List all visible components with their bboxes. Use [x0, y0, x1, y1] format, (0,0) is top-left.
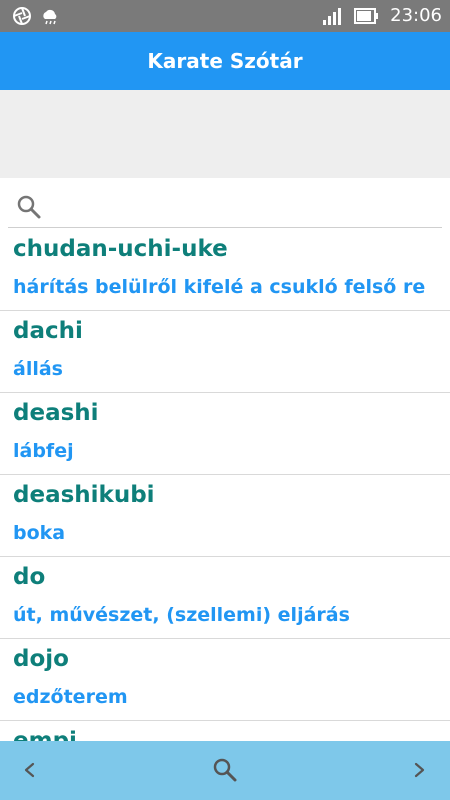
entry-definition: boka	[13, 522, 66, 544]
ad-banner-area	[0, 90, 450, 178]
entry-term: deashikubi	[13, 482, 155, 508]
chevron-right-icon[interactable]	[405, 755, 435, 785]
list-item[interactable]: chudan-uchi-uke hárítás belülről kifelé …	[0, 229, 450, 311]
app-title: Karate Szótár	[147, 49, 303, 73]
battery-icon	[354, 7, 379, 24]
list-item[interactable]: dojo edzőterem	[0, 639, 450, 721]
search-icon[interactable]	[210, 755, 240, 785]
cloud-icon	[43, 9, 57, 25]
list-item[interactable]: do út, művészet, (szellemi) eljárás	[0, 557, 450, 639]
list-item[interactable]: deashikubi boka	[0, 475, 450, 557]
bottom-nav-bar	[0, 741, 450, 800]
entry-term: chudan-uchi-uke	[13, 236, 228, 262]
chevron-left-icon[interactable]	[14, 755, 44, 785]
signal-icon	[323, 7, 342, 25]
entry-definition: út, művészet, (szellemi) eljárás	[13, 604, 350, 626]
entry-definition: edzőterem	[13, 686, 128, 708]
entry-definition: lábfej	[13, 440, 74, 462]
entry-term: dojo	[13, 646, 69, 672]
status-bar: 23:06	[0, 0, 450, 32]
entry-definition: állás	[13, 358, 63, 380]
search-bar[interactable]	[8, 186, 442, 228]
entry-term: do	[13, 564, 46, 590]
entry-term: empi	[13, 728, 77, 741]
aperture-icon	[13, 7, 31, 25]
entry-definition: hárítás belülről kifelé a csukló felső r…	[13, 276, 426, 298]
list-item[interactable]: dachi állás	[0, 311, 450, 393]
entry-term: dachi	[13, 318, 83, 344]
list-item[interactable]: empi	[0, 721, 450, 741]
search-icon[interactable]	[16, 194, 42, 220]
app-bar: Karate Szótár	[0, 32, 450, 90]
entry-term: deashi	[13, 400, 99, 426]
status-time: 23:06	[390, 5, 442, 26]
list-item[interactable]: deashi lábfej	[0, 393, 450, 475]
dictionary-list[interactable]: chudan-uchi-uke hárítás belülről kifelé …	[0, 229, 450, 741]
search-input[interactable]	[50, 188, 442, 225]
